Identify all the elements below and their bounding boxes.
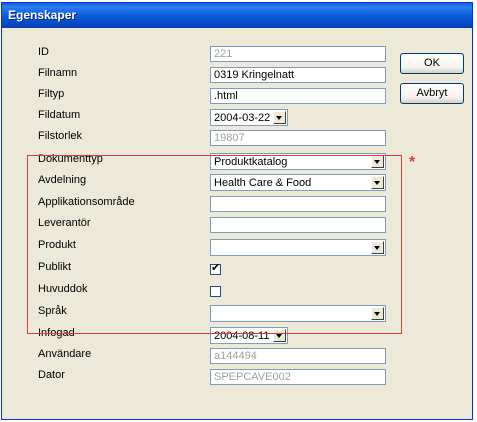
label-filtyp: Filtyp (38, 88, 65, 100)
label-dator: Dator (38, 369, 65, 381)
filnamn-field[interactable]: 0319 Kringelnatt (210, 67, 386, 83)
cancel-button[interactable]: Avbryt (400, 83, 464, 104)
fildatum-value: 2004-03-22 (214, 112, 271, 124)
title-bar[interactable]: Egenskaper (2, 3, 472, 28)
filstorlek-field[interactable]: 19807 (210, 130, 386, 146)
label-filstorlek: Filstorlek (38, 130, 83, 142)
fildatum-date-picker[interactable]: 2004-03-22 (210, 109, 288, 126)
id-field[interactable]: 221 (210, 46, 386, 62)
highlight-box (27, 155, 402, 334)
properties-dialog: Egenskaper ID Filnamn Filtyp Fildatum Fi… (1, 2, 473, 420)
dator-field[interactable]: SPEPCAVE002 (210, 369, 386, 385)
anvandare-field[interactable]: a144494 (210, 348, 386, 364)
dialog-title: Egenskaper (8, 8, 77, 22)
label-fildatum: Fildatum (38, 109, 81, 121)
filtyp-field[interactable]: .html (210, 88, 386, 104)
label-filnamn: Filnamn (38, 67, 78, 79)
ok-button[interactable]: OK (400, 53, 464, 74)
chevron-down-icon[interactable] (273, 111, 286, 124)
required-asterisk: * (409, 154, 416, 171)
label-id: ID (38, 46, 49, 58)
label-anvandare: Användare (38, 348, 92, 360)
